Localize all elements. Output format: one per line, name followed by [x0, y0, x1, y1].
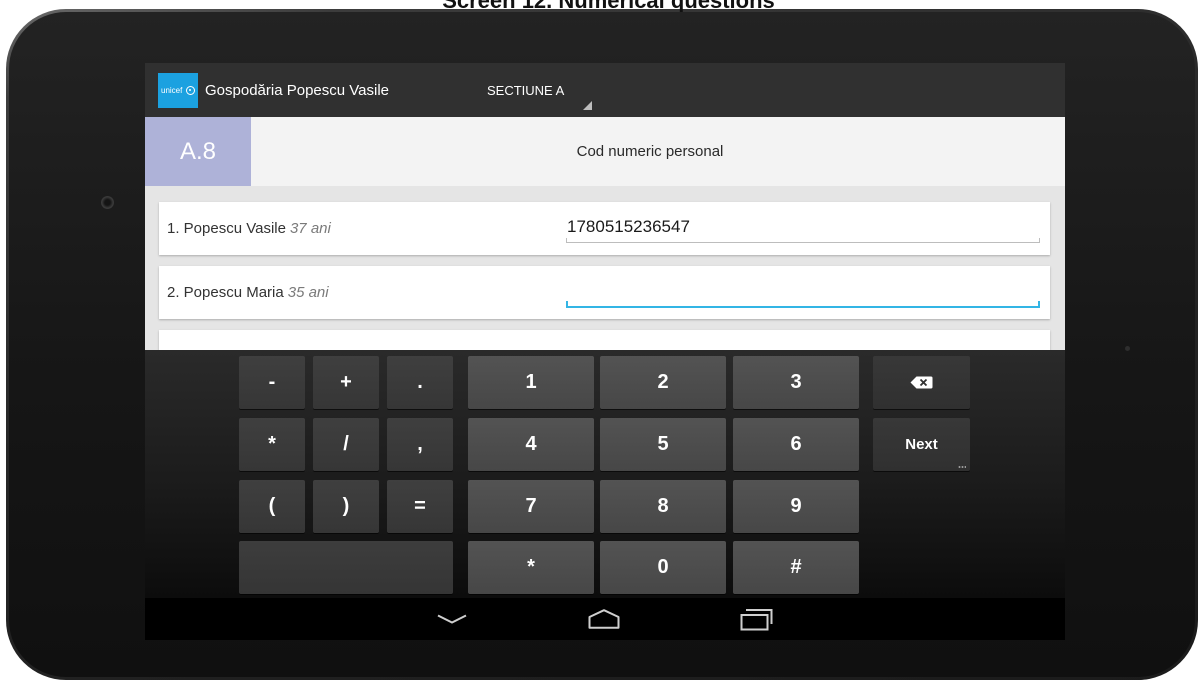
section-spinner-label: SECTIUNE A [487, 83, 565, 98]
person-name: 1. Popescu Vasile [167, 220, 286, 237]
tablet-screen: unicef Gospodăria Popescu Vasile SECTIUN… [145, 63, 1065, 640]
key-9[interactable]: 9 [733, 480, 859, 533]
navigation-bar [145, 598, 1065, 640]
key-plus[interactable]: + [313, 356, 379, 409]
space-key[interactable] [239, 541, 453, 594]
key-0[interactable]: 0 [600, 541, 726, 594]
key-8[interactable]: 8 [600, 480, 726, 533]
home-icon [588, 609, 620, 629]
person-age: 35 ani [287, 284, 329, 301]
key-comma[interactable]: , [387, 418, 453, 471]
unicef-globe-icon [186, 86, 195, 95]
person-age: 37 ani [289, 220, 331, 237]
backspace-key[interactable] [873, 356, 970, 409]
key-equals[interactable]: = [387, 480, 453, 533]
unicef-logo: unicef [158, 73, 198, 108]
next-key-label: Next [905, 436, 938, 453]
logo-text: unicef [161, 86, 183, 95]
person-label: 2. Popescu Maria 35 ani [167, 284, 329, 302]
person-label: 1. Popescu Vasile 37 ani [167, 220, 331, 238]
answer-row: 2. Popescu Maria 35 ani [159, 266, 1050, 319]
action-bar: unicef Gospodăria Popescu Vasile SECTIUN… [145, 63, 1065, 117]
home-button[interactable] [574, 598, 634, 640]
key-slash[interactable]: / [313, 418, 379, 471]
key-3[interactable]: 3 [733, 356, 859, 409]
cnp-input[interactable] [566, 212, 1040, 242]
household-title: Gospodăria Popescu Vasile [205, 82, 389, 99]
next-key[interactable]: Next [873, 418, 970, 471]
back-icon [437, 614, 467, 624]
answer-row: 1. Popescu Vasile 37 ani [159, 202, 1050, 255]
answer-row [159, 330, 1050, 350]
question-header: A.8 Cod numeric personal [145, 117, 1065, 186]
key-asterisk[interactable]: * [239, 418, 305, 471]
key-minus[interactable]: - [239, 356, 305, 409]
cnp-field[interactable] [566, 212, 1040, 243]
section-spinner[interactable]: SECTIUNE A [487, 63, 597, 117]
cnp-field[interactable] [566, 276, 1040, 308]
key-period[interactable]: . [387, 356, 453, 409]
key-4[interactable]: 4 [468, 418, 594, 471]
key-close-paren[interactable]: ) [313, 480, 379, 533]
answer-list: 1. Popescu Vasile37 ani 2. Popescu Maria… [145, 186, 1065, 350]
key-7[interactable]: 7 [468, 480, 594, 533]
caption-strip: Screen 12. Numerical questions [0, 0, 1201, 12]
recents-icon [740, 608, 772, 630]
front-camera-icon [101, 196, 114, 209]
key-1[interactable]: 1 [468, 356, 594, 409]
key-star[interactable]: * [468, 541, 594, 594]
person-name: 2. Popescu Maria [167, 284, 284, 301]
backspace-icon [910, 376, 933, 389]
spinner-corner-arrow-icon [583, 101, 592, 110]
key-open-paren[interactable]: ( [239, 480, 305, 533]
cnp-input[interactable] [566, 276, 1040, 306]
key-hash[interactable]: # [733, 541, 859, 594]
back-button[interactable] [422, 598, 482, 640]
recents-button[interactable] [726, 598, 786, 640]
figure-caption: Screen 12. Numerical questions [0, 0, 1201, 12]
question-title: Cod numeric personal [576, 143, 724, 160]
key-6[interactable]: 6 [733, 418, 859, 471]
question-code: A.8 [145, 117, 251, 186]
numeric-keyboard: - + . * / , ( ) = 1 2 3 4 5 6 7 8 9 * 0 … [145, 350, 1065, 598]
key-5[interactable]: 5 [600, 418, 726, 471]
long-press-hint-icon [958, 466, 966, 468]
key-2[interactable]: 2 [600, 356, 726, 409]
light-sensor-icon [1125, 346, 1130, 351]
